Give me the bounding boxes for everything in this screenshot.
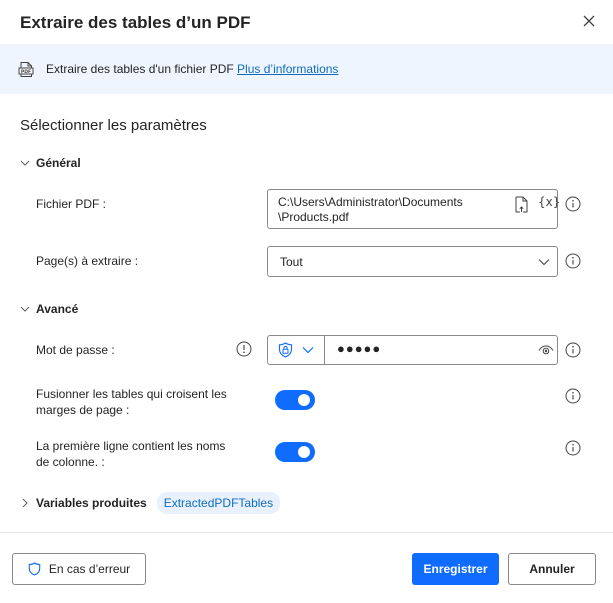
dialog-title: Extraire des tables d’un PDF bbox=[20, 13, 251, 32]
info-icon[interactable] bbox=[565, 440, 581, 456]
advanced-group-toggle[interactable]: Avancé bbox=[20, 302, 78, 316]
footer-divider bbox=[0, 532, 613, 533]
select-file-icon[interactable] bbox=[514, 196, 530, 213]
pdf-file-value-line1: C:\Users\Administrator\Documents bbox=[278, 195, 463, 209]
password-input[interactable]: ●●●●● bbox=[267, 335, 558, 365]
info-icon[interactable] bbox=[565, 342, 581, 358]
password-mode-dropdown[interactable] bbox=[268, 336, 325, 364]
pdf-file-value-line2: \Products.pdf bbox=[278, 210, 349, 224]
produced-variables-row: Variables produites ExtractedPDFTables bbox=[20, 492, 281, 514]
general-group-toggle[interactable]: Général bbox=[20, 156, 81, 170]
shield-lock-icon bbox=[278, 342, 293, 358]
password-label: Mot de passe : bbox=[36, 343, 115, 357]
shield-icon bbox=[28, 562, 41, 576]
pdf-file-icon: PDF bbox=[18, 62, 34, 77]
toggle-knob bbox=[298, 394, 310, 406]
first-line-headers-toggle[interactable] bbox=[275, 442, 315, 462]
extract-pdf-tables-dialog: Extraire des tables d’un PDF PDF Extrair… bbox=[0, 0, 613, 603]
variable-pill[interactable]: ExtractedPDFTables bbox=[156, 492, 281, 514]
general-group-label: Général bbox=[36, 156, 81, 170]
chevron-down-icon bbox=[538, 259, 550, 266]
show-password-icon[interactable] bbox=[538, 345, 554, 356]
advanced-group-label: Avancé bbox=[36, 302, 79, 316]
info-icon[interactable] bbox=[565, 253, 581, 269]
pdf-file-label: Fichier PDF : bbox=[36, 197, 107, 211]
section-title: Sélectionner les paramètres bbox=[20, 117, 207, 134]
chevron-right-icon[interactable] bbox=[20, 498, 30, 508]
close-icon bbox=[583, 15, 595, 27]
info-banner: PDF Extraire des tables d'un fichier PDF… bbox=[0, 44, 613, 94]
insert-variable-icon[interactable]: {x} bbox=[538, 195, 560, 209]
dialog-header: Extraire des tables d’un PDF bbox=[0, 0, 613, 44]
info-icon[interactable] bbox=[565, 196, 581, 212]
pages-dropdown[interactable]: Tout bbox=[267, 246, 558, 277]
cancel-button[interactable]: Annuler bbox=[508, 553, 596, 585]
more-info-link[interactable]: Plus d’informations bbox=[237, 62, 338, 76]
pages-selected-value: Tout bbox=[280, 255, 303, 269]
info-icon[interactable] bbox=[565, 388, 581, 404]
on-error-button[interactable]: En cas d’erreur bbox=[12, 553, 146, 585]
chevron-down-icon bbox=[20, 306, 30, 312]
warning-icon[interactable] bbox=[236, 341, 252, 357]
pdf-file-input[interactable]: C:\Users\Administrator\Documents \Produc… bbox=[267, 189, 560, 229]
toggle-knob bbox=[298, 446, 310, 458]
first-line-headers-label: La première ligne contient les noms de c… bbox=[36, 439, 226, 469]
merge-tables-toggle[interactable] bbox=[275, 390, 315, 410]
banner-text: Extraire des tables d'un fichier PDF Plu… bbox=[46, 62, 338, 76]
banner-description: Extraire des tables d'un fichier PDF bbox=[46, 62, 238, 76]
password-masked-value: ●●●●● bbox=[337, 341, 382, 356]
produced-variables-label: Variables produites bbox=[36, 496, 147, 510]
save-button[interactable]: Enregistrer bbox=[412, 553, 499, 585]
pages-label: Page(s) à extraire : bbox=[36, 254, 139, 268]
close-button[interactable] bbox=[580, 12, 598, 30]
pdf-file-value[interactable]: C:\Users\Administrator\Documents \Produc… bbox=[278, 195, 498, 225]
chevron-down-icon bbox=[20, 160, 30, 166]
on-error-label: En cas d’erreur bbox=[48, 562, 131, 576]
svg-text:PDF: PDF bbox=[21, 69, 31, 75]
chevron-down-icon bbox=[302, 347, 314, 354]
merge-tables-label: Fusionner les tables qui croisent les ma… bbox=[36, 387, 227, 417]
